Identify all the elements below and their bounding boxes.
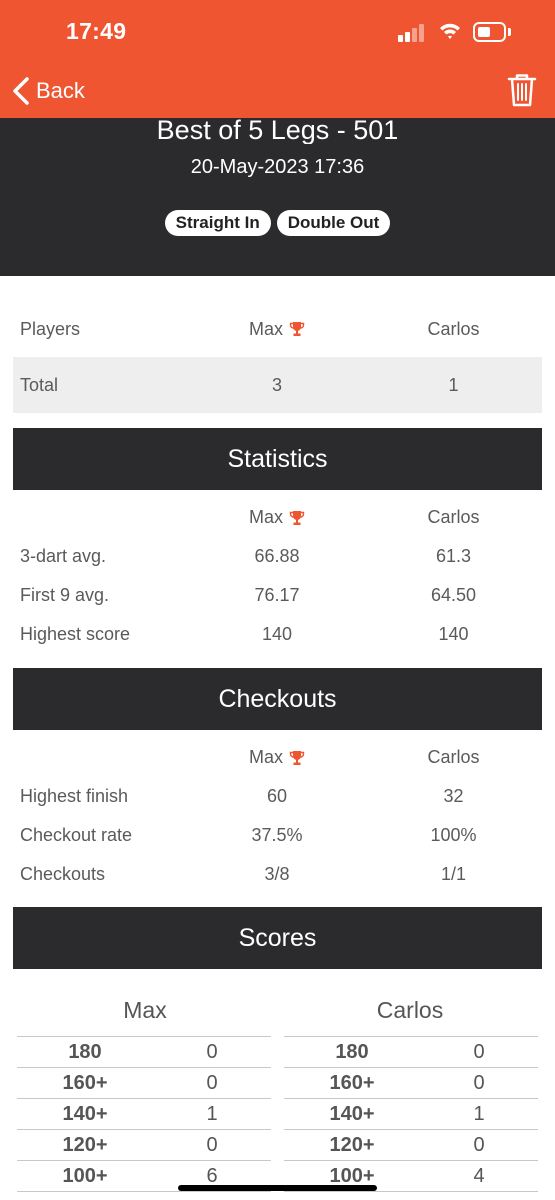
- statistics-player1-name: Max: [248, 507, 283, 527]
- score-range-label: 100+: [62, 1164, 108, 1187]
- status-time: 17:49: [66, 18, 127, 44]
- score-row: 160+ 0: [17, 1068, 271, 1099]
- stat-label: 3-dart avg.: [20, 546, 107, 566]
- back-label: Back: [36, 78, 85, 103]
- tag-double-out: Double Out: [276, 210, 391, 236]
- checkouts-player1-name: Max: [248, 747, 283, 767]
- score-row: 160+ 0: [284, 1068, 538, 1099]
- trophy-icon: [289, 510, 305, 525]
- score-count: 1: [473, 1102, 485, 1125]
- match-header: Best of 5 Legs - 501 20-May-2023 17:36 S…: [0, 118, 555, 276]
- match-title: Best of 5 Legs - 501: [156, 118, 399, 144]
- stat-row: Highest score 140 140: [13, 615, 542, 654]
- checkout-label: Checkouts: [20, 864, 106, 884]
- status-bar: 17:49: [0, 0, 555, 66]
- checkout-player2-value: 1/1: [440, 864, 467, 884]
- scores-player2-name: Carlos: [376, 997, 444, 1023]
- score-count: 4: [473, 1164, 485, 1187]
- stat-row: First 9 avg. 76.17 64.50: [13, 576, 542, 615]
- scores-table-player1: 180 0 160+ 0 140+ 1 120+ 0 100+ 6: [17, 1036, 271, 1192]
- checkout-player2-value: 32: [443, 786, 464, 806]
- score-range-label: 120+: [62, 1133, 108, 1156]
- score-row: 140+ 1: [284, 1099, 538, 1130]
- scores-table-player2: 180 0 160+ 0 140+ 1 120+ 0 100+ 4: [284, 1036, 538, 1192]
- stat-player2-value: 64.50: [430, 585, 477, 605]
- stat-label: Highest score: [20, 624, 131, 644]
- match-tags: Straight In Double Out: [0, 210, 555, 236]
- score-count: 0: [206, 1071, 218, 1094]
- score-count: 0: [473, 1040, 485, 1063]
- checkout-label: Checkout rate: [20, 825, 133, 845]
- stat-row: 3-dart avg. 66.88 61.3: [13, 537, 542, 576]
- checkouts-player-row: Max Carlos: [13, 738, 542, 777]
- score-count: 0: [206, 1133, 218, 1156]
- stat-player2-value: 61.3: [435, 546, 472, 566]
- statistics-player-row: Max Carlos: [13, 498, 542, 537]
- player1-name: Max: [248, 318, 283, 339]
- total-row: Total 3 1: [13, 357, 542, 413]
- total-player1: 3: [271, 374, 282, 395]
- stat-player2-value: 140: [438, 624, 469, 644]
- stat-player1-value: 76.17: [254, 585, 300, 605]
- stat-player1-value: 140: [261, 624, 293, 644]
- score-count: 0: [473, 1071, 485, 1094]
- match-date: 20-May-2023 17:36: [190, 156, 365, 178]
- checkout-player1-value: 60: [266, 786, 288, 806]
- nav-bar: Back: [0, 66, 555, 118]
- score-row: 120+ 0: [17, 1130, 271, 1161]
- scores-player1-name: Max: [123, 997, 167, 1023]
- checkout-player1-value: 3/8: [264, 864, 290, 884]
- score-range-label: 120+: [329, 1133, 375, 1156]
- trash-icon[interactable]: [506, 72, 538, 108]
- players-header-row: Players Max Carlos: [13, 301, 542, 357]
- score-range-label: 180: [68, 1040, 102, 1063]
- stat-label: First 9 avg.: [20, 585, 110, 605]
- score-range-label: 140+: [329, 1102, 375, 1125]
- checkout-row: Checkouts 3/8 1/1: [13, 855, 542, 894]
- checkout-player2-value: 100%: [430, 825, 477, 845]
- checkout-label: Highest finish: [20, 786, 129, 806]
- checkout-row: Highest finish 60 32: [13, 777, 542, 816]
- player2-name: Carlos: [427, 318, 480, 339]
- score-range-label: 160+: [62, 1071, 108, 1094]
- score-row: 140+ 1: [17, 1099, 271, 1130]
- tag-straight-in: Straight In: [164, 210, 271, 236]
- statistics-header: Statistics: [13, 428, 542, 490]
- stat-player1-value: 66.88: [254, 546, 300, 566]
- wifi-icon: [440, 23, 460, 39]
- back-button[interactable]: Back: [10, 74, 85, 108]
- statistics-player2-name: Carlos: [427, 507, 480, 527]
- score-row: 120+ 0: [284, 1130, 538, 1161]
- trophy-icon: [289, 322, 305, 336]
- score-range-label: 160+: [329, 1071, 375, 1094]
- checkouts-header: Checkouts: [13, 668, 542, 730]
- checkouts-player2-name: Carlos: [427, 747, 480, 767]
- score-count: 1: [206, 1102, 218, 1125]
- players-label: Players: [20, 318, 81, 339]
- home-indicator[interactable]: [178, 1185, 377, 1191]
- score-row: 180 0: [284, 1037, 538, 1068]
- score-count: 0: [206, 1040, 218, 1063]
- checkout-row: Checkout rate 37.5% 100%: [13, 816, 542, 855]
- score-range-label: 140+: [62, 1102, 108, 1125]
- score-row: 180 0: [17, 1037, 271, 1068]
- score-count: 0: [473, 1133, 485, 1156]
- cellular-signal-icon: [398, 22, 428, 42]
- scores-header: Scores: [13, 907, 542, 969]
- trophy-icon: [289, 750, 305, 765]
- total-label: Total: [20, 374, 59, 395]
- battery-icon: [473, 22, 511, 42]
- checkout-player1-value: 37.5%: [251, 825, 303, 845]
- total-player2: 1: [448, 374, 459, 395]
- chevron-left-icon: [13, 77, 29, 105]
- score-range-label: 180: [335, 1040, 369, 1063]
